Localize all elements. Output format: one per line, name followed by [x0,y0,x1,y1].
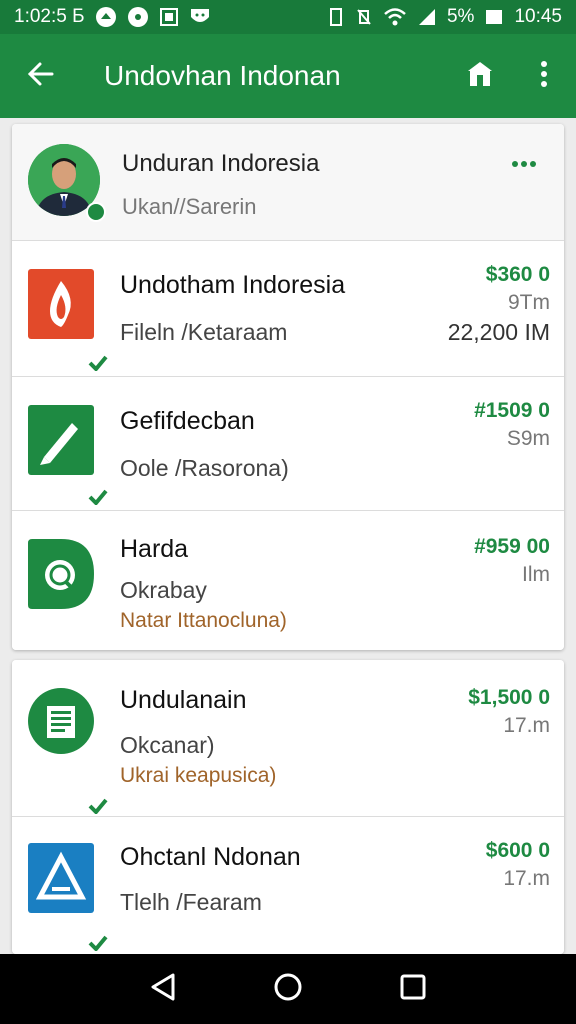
profile-header[interactable]: Unduran Indoresia Ukan//Sarerin [12,124,564,240]
vibrate-icon [327,7,345,27]
triangle-logo-icon [28,843,94,913]
circle-home-icon [273,972,303,1007]
document-icon [28,686,94,756]
profile-subtitle: Ukan//Sarerin [122,194,257,219]
nav-back-button[interactable] [133,959,193,1019]
item-title: Undotham Indoresia [120,271,346,299]
item-title: Harda [120,535,189,563]
item-total: 22,200 IM [447,319,550,345]
item-title: Gefifdecban [120,407,255,435]
item-subtitle: Oole /Rasorona) [120,455,289,481]
item-amount: $1,500 0 [468,686,550,709]
item-meta: 17.m [503,714,550,737]
item-amount: $600 0 [485,839,550,862]
item-subtitle: Okrabay [120,577,207,603]
triangle-back-icon [149,972,177,1007]
arrow-left-icon [26,60,54,93]
battery-percent: 5% [446,6,475,27]
item-subtitle: Okcanar) [120,732,215,758]
item-note: Ukrai keapusica) [120,764,277,787]
status-time-left: 1:02:5 Б [14,6,85,27]
lock-badge-icon [86,202,106,222]
item-amount: #1509 0 [474,399,550,422]
item-title: Undulanain [120,686,247,714]
profile-more-button[interactable] [504,152,544,176]
item-title: Ohctanl Ndonan [120,843,301,871]
pencil-icon [28,405,94,475]
system-nav-bar [0,954,576,1024]
page-title: Undovhan Indonan [104,60,341,91]
account-card: Unduran Indoresia Ukan//Sarerin Undotham… [12,124,564,650]
check-icon [88,935,108,952]
chat-icon [127,6,149,28]
signal-icon [417,7,437,27]
more-vert-icon [539,60,549,93]
search-icon [28,539,94,609]
item-subtitle: Fileln /Ketaraam [120,319,288,345]
image-icon [159,7,179,27]
app-bar: Undovhan Indonan [0,34,576,118]
notification-icon [95,6,117,28]
nav-recents-button[interactable] [383,959,443,1019]
nav-home-button[interactable] [258,959,318,1019]
item-meta: Ilm [522,563,550,586]
item-note: Natar Ittanocluna) [120,609,287,632]
item-meta: S9m [506,427,550,450]
check-icon [88,355,108,372]
flame-icon [28,269,94,339]
store-button[interactable] [448,34,512,118]
item-meta: 17.m [503,867,550,890]
profile-name: Unduran Indoresia [122,150,320,177]
wifi-icon [383,7,407,27]
list-item[interactable]: Gefifdecban Oole /Rasorona) #1509 0 S9m [12,376,564,510]
square-recents-icon [399,973,427,1006]
check-icon [88,798,108,815]
store-icon [465,59,495,94]
item-subtitle: Tlelh /Fearam [120,889,262,915]
transactions-card: Undulanain Okcanar) Ukrai keapusica) $1,… [12,660,564,954]
more-horiz-icon [511,155,537,173]
battery-icon [484,7,504,27]
status-time-right: 10:45 [514,6,562,27]
list-item[interactable]: Undulanain Okcanar) Ukrai keapusica) $1,… [12,660,564,816]
list-item[interactable]: Harda Okrabay Natar Ittanocluna) #959 00… [12,510,564,650]
no-signal-icon [355,7,373,27]
item-meta: 9Tm [508,291,550,314]
item-amount: #959 00 [474,535,550,558]
more-options-button[interactable] [512,34,576,118]
back-button[interactable] [0,34,80,118]
item-amount: $360 0 [485,263,550,286]
list-item[interactable]: Undotham Indoresia Fileln /Ketaraam $360… [12,240,564,376]
list-item[interactable]: Ohctanl Ndonan Tlelh /Fearam $600 0 17.m [12,816,564,954]
shield-icon [189,7,211,27]
status-bar: 1:02:5 Б 5% 10:45 [0,0,576,34]
check-icon [88,489,108,506]
